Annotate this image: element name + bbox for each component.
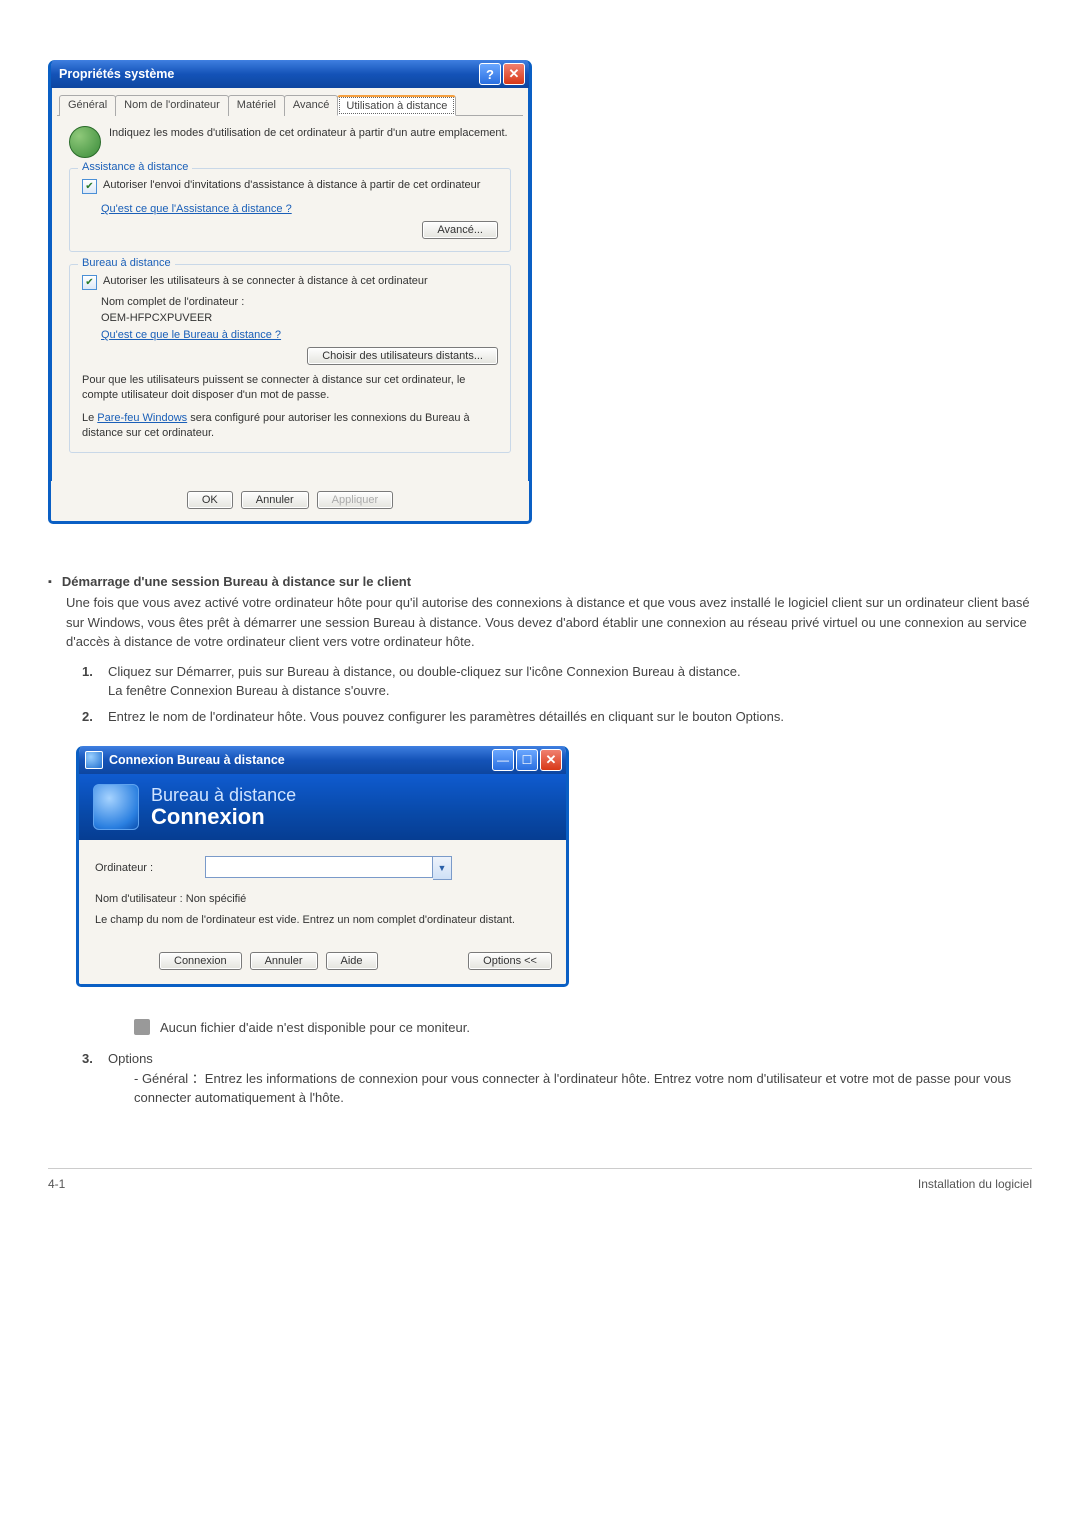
chevron-down-icon[interactable]: ▼ (433, 856, 452, 880)
rdp-app-icon (85, 751, 103, 769)
choose-remote-users-button[interactable]: Choisir des utilisateurs distants... (307, 347, 498, 365)
minimize-icon[interactable]: — (492, 749, 514, 771)
ok-button[interactable]: OK (187, 491, 233, 509)
banner-line1: Bureau à distance (151, 785, 296, 806)
group-title: Assistance à distance (78, 161, 192, 173)
link-what-is-bureau[interactable]: Qu'est ce que le Bureau à distance ? (101, 329, 281, 341)
list-number: 3. (82, 1049, 100, 1108)
checkbox-bureau[interactable]: ✔ (82, 275, 97, 290)
advanced-button[interactable]: Avancé... (422, 221, 498, 239)
titlebar[interactable]: Connexion Bureau à distance — ☐ ✕ (79, 746, 566, 774)
section-heading: Démarrage d'une session Bureau à distanc… (62, 574, 411, 589)
page-number: 4-1 (48, 1177, 65, 1191)
computer-label: Ordinateur : (95, 862, 195, 874)
tab-strip: Général Nom de l'ordinateur Matériel Ava… (57, 94, 523, 116)
tab-hardware[interactable]: Matériel (228, 95, 285, 116)
fullname-label: Nom complet de l'ordinateur : (101, 296, 498, 308)
list-number: 1. (82, 662, 100, 701)
list-number: 2. (82, 707, 100, 727)
titlebar[interactable]: Propriétés système ? ✕ (51, 60, 529, 88)
checkbox-assist-label: Autoriser l'envoi d'invitations d'assist… (103, 179, 480, 191)
hint-text: Le champ du nom de l'ordinateur est vide… (95, 913, 550, 928)
rdp-banner: Bureau à distance Connexion (79, 774, 566, 840)
tab-computer-name[interactable]: Nom de l'ordinateur (115, 95, 229, 116)
section-paragraph: Une fois que vous avez activé votre ordi… (66, 593, 1032, 652)
tab-remote[interactable]: Utilisation à distance (337, 95, 456, 116)
note-no-help-file: Aucun fichier d'aide n'est disponible po… (160, 1020, 470, 1035)
checkbox-bureau-label: Autoriser les utilisateurs à se connecte… (103, 275, 428, 287)
computer-input[interactable] (205, 856, 433, 878)
maximize-icon[interactable]: ☐ (516, 749, 538, 771)
connect-button[interactable]: Connexion (159, 952, 242, 970)
remote-icon (69, 126, 101, 158)
fullname-value: OEM-HFPCXPUVEER (101, 312, 498, 324)
username-label: Nom d'utilisateur : (95, 893, 186, 905)
rdp-banner-icon (93, 784, 139, 830)
tab-advanced[interactable]: Avancé (284, 95, 339, 116)
options-button[interactable]: Options << (468, 952, 552, 970)
step-3: Options (108, 1049, 1032, 1069)
page-footer: 4-1 Installation du logiciel (48, 1168, 1032, 1191)
bullet-icon: ▪ (48, 576, 52, 589)
group-remote-assistance: Assistance à distance ✔ Autoriser l'envo… (69, 168, 511, 252)
group-title: Bureau à distance (78, 257, 175, 269)
step-3-sub: - Général ：Entrez les informations de co… (134, 1069, 1032, 1108)
rdp-connection-dialog: Connexion Bureau à distance — ☐ ✕ Bureau… (76, 746, 569, 987)
cancel-button[interactable]: Annuler (241, 491, 309, 509)
banner-line2: Connexion (151, 804, 296, 830)
link-what-is-assist[interactable]: Qu'est ce que l'Assistance à distance ? (101, 203, 292, 215)
system-properties-dialog: Propriétés système ? ✕ Général Nom de l'… (48, 60, 532, 524)
tab-general[interactable]: Général (59, 95, 116, 116)
note-password: Pour que les utilisateurs puissent se co… (82, 373, 498, 403)
help-button[interactable]: Aide (326, 952, 378, 970)
help-icon[interactable]: ? (479, 63, 501, 85)
cancel-button[interactable]: Annuler (250, 952, 318, 970)
checkbox-assist[interactable]: ✔ (82, 179, 97, 194)
intro-text: Indiquez les modes d'utilisation de cet … (109, 126, 508, 141)
group-remote-desktop: Bureau à distance ✔ Autoriser les utilis… (69, 264, 511, 453)
close-icon[interactable]: ✕ (540, 749, 562, 771)
footer-section: Installation du logiciel (918, 1177, 1032, 1191)
apply-button: Appliquer (317, 491, 393, 509)
note-icon (134, 1019, 150, 1035)
step-2: Entrez le nom de l'ordinateur hôte. Vous… (108, 707, 784, 727)
dialog-title: Connexion Bureau à distance (109, 753, 285, 767)
link-pare-feu[interactable]: Pare-feu Windows (97, 412, 187, 424)
note-firewall: Le Pare-feu Windows sera configuré pour … (82, 411, 498, 441)
dialog-title: Propriétés système (59, 67, 174, 81)
step-1b: La fenêtre Connexion Bureau à distance s… (108, 681, 741, 701)
close-icon[interactable]: ✕ (503, 63, 525, 85)
username-value: Non spécifié (186, 893, 247, 905)
step-1a: Cliquez sur Démarrer, puis sur Bureau à … (108, 662, 741, 682)
